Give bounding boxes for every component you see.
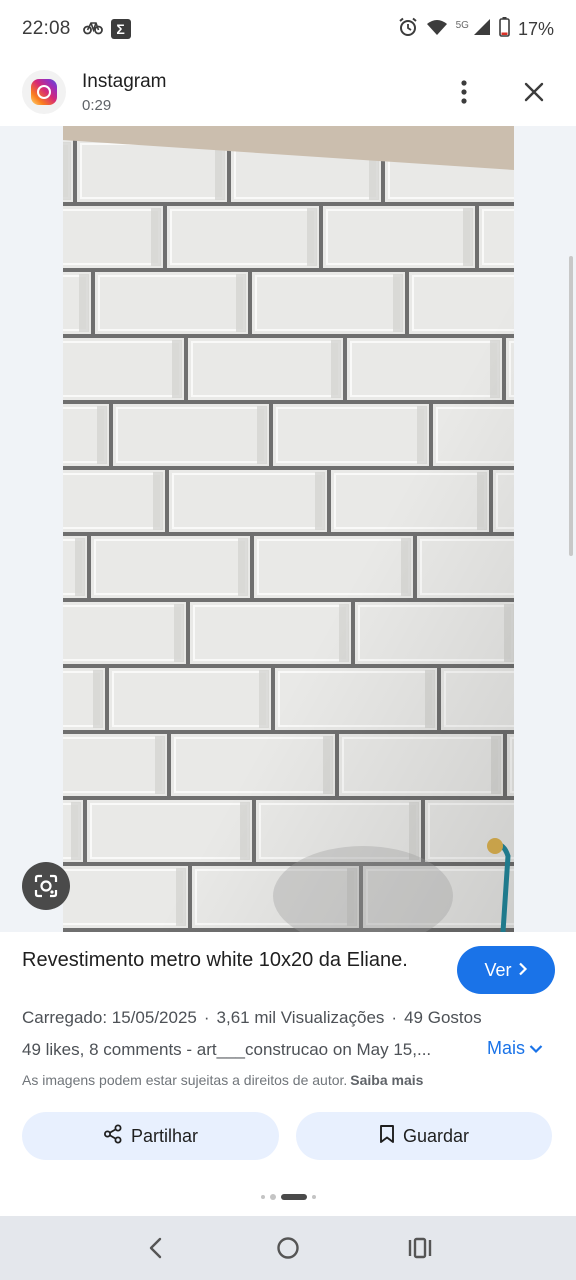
result-metadata: Carregado: 15/05/2025 · 3,61 mil Visualiza…: [22, 1008, 482, 1027]
carousel-dot: [311, 1195, 316, 1199]
instagram-logo: [22, 70, 66, 114]
copyright-text: As imagens podem estar sujeitas a direit…: [22, 1072, 348, 1088]
more-button[interactable]: Mais: [487, 1038, 543, 1059]
chevron-right-icon: [518, 960, 528, 981]
copyright-notice: As imagens podem estar sujeitas a direit…: [22, 1072, 423, 1088]
scrollbar[interactable]: [569, 256, 573, 556]
more-button-label: Mais: [487, 1038, 526, 1058]
carousel-dot: [260, 1195, 265, 1199]
result-title[interactable]: Revestimento metro white 10x20 da Eliane…: [22, 946, 422, 974]
recents-icon[interactable]: [398, 1226, 442, 1270]
result-description: 49 likes, 8 comments - art___construcao …: [22, 1040, 432, 1059]
view-button[interactable]: Ver: [457, 946, 555, 994]
google-lens-icon[interactable]: [22, 862, 70, 910]
back-icon[interactable]: [134, 1226, 178, 1270]
system-navigation-bar: [0, 1216, 576, 1280]
view-button-label: Ver: [484, 959, 512, 980]
carousel-dot: [269, 1194, 276, 1200]
view-count: 3,61 mil Visualizações: [216, 1008, 385, 1027]
share-label: Partilhar: [130, 1125, 199, 1146]
image-shading: [63, 126, 514, 932]
image-preview-area: [0, 126, 576, 932]
like-count: 49 Gostos: [404, 1008, 482, 1027]
tile-wall-image[interactable]: [63, 126, 514, 932]
chevron-down-icon: [529, 1038, 543, 1059]
save-button[interactable]: Guardar: [296, 1112, 552, 1160]
wifi-icon: [426, 18, 448, 41]
home-icon[interactable]: [266, 1226, 310, 1270]
battery-icon: [499, 16, 510, 42]
share-icon: [103, 1124, 123, 1149]
save-label: Guardar: [402, 1125, 470, 1146]
status-bar: 22:08 Σ 5G 17%: [0, 0, 576, 58]
signal-icon: [473, 18, 491, 41]
upload-date: Carregado: 15/05/2025: [22, 1008, 197, 1027]
bike-icon: [82, 19, 103, 40]
close-icon[interactable]: [514, 72, 554, 112]
pipe-fitting: [487, 838, 503, 854]
sigma-icon: Σ: [110, 19, 131, 39]
bookmark-icon: [379, 1124, 395, 1149]
learn-more-link[interactable]: Saiba mais: [350, 1072, 423, 1088]
alarm-icon: [398, 17, 418, 42]
network-type: 5G: [455, 19, 469, 31]
result-info-panel: Revestimento metro white 10x20 da Eliane…: [0, 932, 576, 1216]
share-button[interactable]: Partilhar: [22, 1112, 279, 1160]
status-time: 22:08: [22, 18, 71, 39]
carousel-dot-active: [280, 1194, 307, 1200]
more-vert-icon[interactable]: [444, 72, 484, 112]
video-duration: 0:29: [82, 96, 112, 114]
carousel-indicator: [0, 1194, 576, 1200]
source-app-name: Instagram: [82, 70, 167, 92]
battery-percent: 17%: [517, 18, 554, 39]
source-header: Instagram 0:29: [0, 58, 576, 126]
